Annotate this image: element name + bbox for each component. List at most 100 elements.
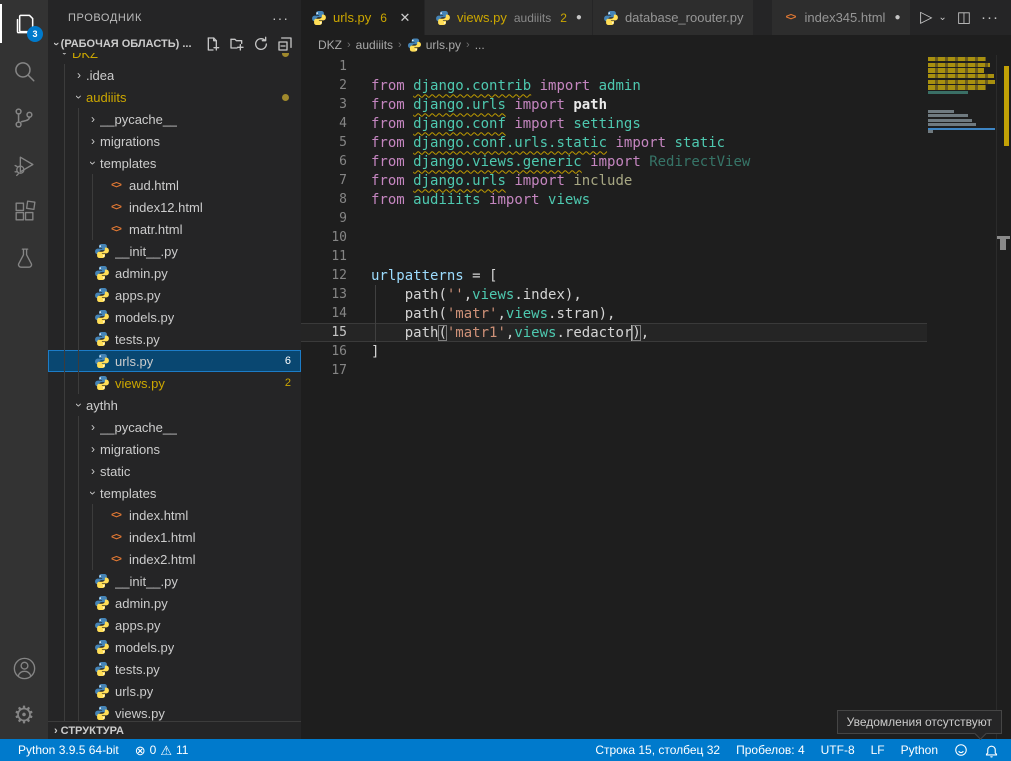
tree-item-urls-py[interactable]: urls.py	[48, 680, 301, 702]
code-line-17[interactable]: 17	[301, 361, 927, 380]
python-file-icon	[94, 617, 110, 633]
code-line-6[interactable]: 6from django.views.generic import Redire…	[301, 152, 927, 171]
tree-item-admin-py[interactable]: admin.py	[48, 592, 301, 614]
extensions-icon[interactable]	[0, 188, 48, 235]
code-line-8[interactable]: 8from audiiits import views	[301, 190, 927, 209]
explorer-title-row: ПРОВОДНИК ···	[48, 0, 301, 35]
tree-item--pycache-[interactable]: ›__pycache__	[48, 108, 301, 130]
workspace-section-header[interactable]: › (РАБОЧАЯ ОБЛАСТЬ) ...	[48, 35, 301, 53]
split-editor-icon[interactable]: ◫	[953, 8, 975, 27]
tree-item--pycache-[interactable]: ›__pycache__	[48, 416, 301, 438]
close-tab-icon[interactable]: ✕	[396, 10, 414, 26]
outline-section-header[interactable]: › СТРУКТУРА	[48, 721, 301, 739]
tree-item-label: index1.html	[129, 530, 195, 545]
feedback-icon[interactable]	[946, 743, 976, 757]
new-file-icon[interactable]	[205, 36, 221, 52]
code-line-16[interactable]: 16]	[301, 342, 927, 361]
tree-item-index2-html[interactable]: <>index2.html	[48, 548, 301, 570]
code-line-10[interactable]: 10	[301, 228, 927, 247]
code-line-5[interactable]: 5from django.conf.urls.static import sta…	[301, 133, 927, 152]
explorer-icon[interactable]: 3	[0, 0, 48, 47]
tree-item-apps-py[interactable]: apps.py	[48, 614, 301, 636]
tree-item-dkz[interactable]: ›DKZ	[48, 53, 301, 64]
minimap[interactable]	[928, 57, 995, 134]
tree-item-models-py[interactable]: models.py	[48, 636, 301, 658]
tree-item-urls-py[interactable]: urls.py6	[48, 350, 301, 372]
tree-item-migrations[interactable]: ›migrations	[48, 130, 301, 152]
collapse-all-icon[interactable]	[277, 36, 293, 52]
settings-icon[interactable]: ⚙	[0, 692, 48, 739]
tree-item-label: views.py	[115, 706, 165, 721]
html-file-icon: <>	[108, 529, 124, 545]
eol-status[interactable]: LF	[863, 743, 893, 757]
tree-item-tests-py[interactable]: tests.py	[48, 658, 301, 680]
explorer-more-actions-icon[interactable]: ···	[272, 10, 289, 26]
tree-item-label: __pycache__	[100, 112, 177, 127]
tree-item--init-py[interactable]: __init__.py	[48, 240, 301, 262]
tree-item-matr-html[interactable]: <>matr.html	[48, 218, 301, 240]
tree-item-audiiits[interactable]: ›audiiits	[48, 86, 301, 108]
refresh-icon[interactable]	[253, 36, 269, 52]
code-area[interactable]: 12from django.contrib import admin3from …	[301, 57, 927, 380]
problems-status[interactable]: ⊗0⚠11	[127, 743, 197, 757]
testing-icon[interactable]	[0, 235, 48, 282]
tab-index345-html[interactable]: <>index345.html●	[772, 0, 910, 35]
code-line-1[interactable]: 1	[301, 57, 927, 76]
new-folder-icon[interactable]	[229, 36, 245, 52]
tab-urls-py[interactable]: urls.py6✕	[301, 0, 424, 35]
run-icon[interactable]: ▷	[916, 8, 936, 28]
tree-item--init-py[interactable]: __init__.py	[48, 570, 301, 592]
tree-item--idea[interactable]: ›.idea	[48, 64, 301, 86]
tree-item-models-py[interactable]: models.py	[48, 306, 301, 328]
indentation-status[interactable]: Пробелов: 4	[728, 743, 813, 757]
breadcrumb-item--[interactable]: ...	[475, 38, 485, 52]
tree-item-migrations[interactable]: ›migrations	[48, 438, 301, 460]
tree-item-templates[interactable]: ›templates	[48, 152, 301, 174]
code-line-14[interactable]: 14 path('matr',views.stran),	[301, 304, 927, 323]
breadcrumb-item-urls-py[interactable]: urls.py	[407, 38, 461, 53]
folder-problems-dot	[282, 53, 289, 57]
code-line-13[interactable]: 13 path('',views.index),	[301, 285, 927, 304]
code-line-9[interactable]: 9	[301, 209, 927, 228]
accounts-icon[interactable]	[0, 645, 48, 692]
language-mode-status[interactable]: Python	[893, 743, 946, 757]
tree-item-index1-html[interactable]: <> index1.html	[48, 526, 301, 548]
tree-item-static[interactable]: ›static	[48, 460, 301, 482]
encoding-status[interactable]: UTF-8	[813, 743, 863, 757]
notifications-bell-icon[interactable]	[976, 743, 1007, 758]
python-interpreter-status[interactable]: Python 3.9.5 64-bit	[10, 743, 127, 757]
run-dropdown-icon[interactable]: ⌄	[934, 11, 950, 25]
tree-item-index-html[interactable]: <>index.html	[48, 504, 301, 526]
tree-item-admin-py[interactable]: admin.py	[48, 262, 301, 284]
cursor-position-status[interactable]: Строка 15, столбец 32	[587, 743, 728, 757]
tree-item-templates[interactable]: ›templates	[48, 482, 301, 504]
code-line-15[interactable]: 15 path('matr1',views.redactor),	[301, 323, 927, 342]
code-line-4[interactable]: 4from django.conf import settings	[301, 114, 927, 133]
code-line-2[interactable]: 2from django.contrib import admin	[301, 76, 927, 95]
code-line-3[interactable]: 3from django.urls import path	[301, 95, 927, 114]
more-actions-icon[interactable]: ···	[977, 8, 1003, 27]
code-line-12[interactable]: 12urlpatterns = [	[301, 266, 927, 285]
unsaved-dot-icon[interactable]: ●	[894, 12, 900, 23]
breadcrumb-item-dkz[interactable]: DKZ	[318, 38, 342, 52]
search-icon[interactable]	[0, 47, 48, 94]
python-file-icon	[94, 595, 110, 611]
tab-database-roouter-py[interactable]: database_roouter.py	[593, 0, 754, 35]
code-token: path	[573, 97, 607, 113]
breadcrumb-item-audiiits[interactable]: audiiits	[356, 38, 393, 52]
tree-item-views-py[interactable]: views.py2	[48, 372, 301, 394]
code-line-11[interactable]: 11	[301, 247, 927, 266]
unsaved-dot-icon[interactable]: ●	[576, 12, 582, 23]
tree-item-aythh[interactable]: ›aythh	[48, 394, 301, 416]
tree-item-tests-py[interactable]: tests.py	[48, 328, 301, 350]
run-and-debug-icon[interactable]	[0, 141, 48, 188]
code-token: views	[514, 325, 556, 341]
source-control-icon[interactable]	[0, 94, 48, 141]
tree-item-views-py[interactable]: views.py	[48, 702, 301, 721]
tab-views-py[interactable]: views.pyaudiiits2●	[425, 0, 592, 35]
tree-item-aud-html[interactable]: <>aud.html	[48, 174, 301, 196]
code-line-7[interactable]: 7from django.urls import include	[301, 171, 927, 190]
tree-item-apps-py[interactable]: apps.py	[48, 284, 301, 306]
tree-item-index12-html[interactable]: <>index12.html	[48, 196, 301, 218]
code-editor[interactable]: 12from django.contrib import admin3from …	[301, 55, 1011, 739]
